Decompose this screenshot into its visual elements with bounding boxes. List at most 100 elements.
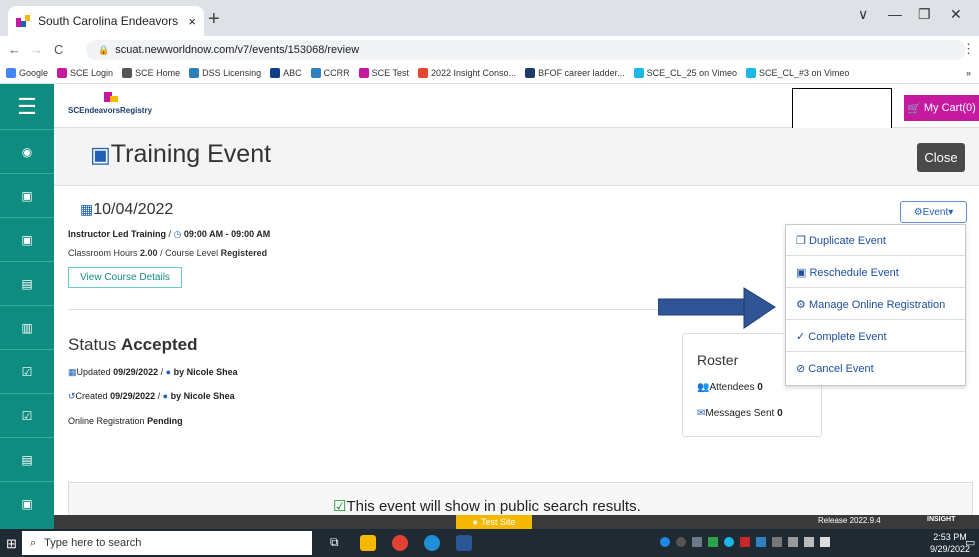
my-cart-button[interactable]: 🛒 My Cart(0) — [904, 95, 979, 121]
bookmark-item[interactable]: SCE_CL_#3 on Vimeo — [746, 67, 850, 78]
page-title: ▣Training Event — [90, 140, 272, 168]
tray-bluetooth-icon[interactable] — [756, 537, 766, 547]
bookmark-favicon-icon — [310, 67, 321, 78]
sidebar-calendar-2-icon[interactable]: ▣ — [0, 218, 54, 262]
bookmark-favicon-icon — [270, 67, 281, 78]
url-bar[interactable]: 🔒 scuat.newworldnow.com/v7/events/153068… — [86, 40, 966, 60]
tray-app-icon[interactable] — [676, 537, 686, 547]
roster-title: Roster — [697, 352, 739, 368]
bookmark-favicon-icon — [418, 67, 428, 78]
reload-icon[interactable]: C — [54, 42, 63, 57]
roster-messages[interactable]: ✉Messages Sent 0 — [697, 408, 783, 419]
notifications-icon[interactable]: ▭ — [965, 536, 975, 549]
sidebar-report-icon[interactable]: ▤ — [0, 438, 54, 482]
menu-duplicate-event[interactable]: ❐ Duplicate Event — [796, 234, 886, 247]
tray-wifi-icon[interactable] — [804, 537, 814, 547]
bookmark-item[interactable]: DSS Licensing — [189, 67, 262, 78]
menu-reschedule-event[interactable]: ▣ Reschedule Event — [796, 266, 899, 279]
bookmark-label: SCE Test — [371, 67, 409, 78]
task-view-icon[interactable]: ⧉ — [330, 535, 346, 551]
word-icon[interactable] — [456, 535, 472, 551]
sidebar-profile-icon[interactable]: ◉ — [0, 130, 54, 174]
tray-battery-icon[interactable] — [788, 537, 798, 547]
tray-volume-icon[interactable] — [820, 537, 830, 547]
bookmark-favicon-icon — [746, 67, 757, 78]
bookmark-item[interactable]: BFOF career ladder... — [525, 67, 625, 78]
sidebar-checklist-icon[interactable]: ☑ — [0, 350, 54, 394]
tray-display-icon[interactable] — [772, 537, 782, 547]
bookmark-item[interactable]: 2022 Insight Conso... — [418, 67, 517, 78]
sidebar-document-icon[interactable]: ▤ — [0, 262, 54, 306]
bookmark-label: CCRR — [323, 67, 350, 78]
caret-down-icon: ▾ — [948, 206, 954, 218]
bookmark-favicon-icon — [57, 67, 68, 78]
menu-complete-event[interactable]: ✓ Complete Event — [796, 330, 887, 343]
tab-title: South Carolina Endeavors Regist — [38, 14, 182, 28]
dot-icon: ● — [472, 517, 478, 527]
menu-divider — [786, 319, 965, 320]
bookmark-item[interactable]: SCE Test — [358, 67, 409, 78]
bookmark-favicon-icon — [6, 67, 16, 78]
tray-sync-icon[interactable] — [724, 537, 734, 547]
status-heading: Status Accepted — [68, 335, 198, 354]
minimize-button[interactable]: — — [888, 6, 902, 22]
tab-close-icon[interactable]: × — [188, 14, 196, 29]
bookmarks-overflow-icon[interactable]: » — [966, 68, 971, 78]
close-button[interactable]: Close — [917, 143, 965, 172]
bookmark-item[interactable]: SCE_CL_25 on Vimeo — [633, 67, 737, 78]
forward-icon[interactable]: → — [30, 42, 43, 57]
chrome-icon[interactable] — [392, 535, 408, 551]
sidebar-check-icon[interactable]: ☑ — [0, 394, 54, 438]
cancel-icon: ⊘ — [796, 363, 806, 375]
bookmark-item[interactable]: Google — [6, 67, 48, 78]
menu-divider — [786, 351, 965, 352]
tray-network-icon[interactable] — [692, 537, 702, 547]
sidebar-calendar-icon[interactable]: ▣ — [0, 174, 54, 218]
cart-icon: 🛒 — [907, 102, 921, 115]
tray-security-icon[interactable] — [708, 537, 718, 547]
copy-icon: ❐ — [796, 235, 806, 247]
bookmark-label: BFOF career ladder... — [538, 67, 625, 78]
browser-tab-strip: South Carolina Endeavors Regist × + ∨ — … — [0, 0, 979, 36]
bookmark-label: SCE Login — [70, 67, 114, 78]
bookmark-label: SCE_CL_#3 on Vimeo — [759, 67, 850, 78]
calendar-reschedule-icon: ▣ — [796, 267, 807, 279]
bookmark-item[interactable]: SCE Login — [57, 67, 114, 78]
back-icon[interactable]: ← — [8, 42, 21, 57]
tray-alert-icon[interactable] — [740, 537, 750, 547]
site-favicon-icon — [16, 15, 30, 27]
hamburger-menu-icon[interactable]: ☰ — [0, 84, 54, 130]
sidebar-events-icon[interactable]: ▣ — [0, 482, 54, 526]
gears-small-icon: ⚙ — [796, 299, 806, 311]
edge-icon[interactable] — [424, 535, 440, 551]
sce-logo[interactable]: SCEndeavorsRegistry — [68, 92, 158, 120]
new-tab-button[interactable]: + — [208, 8, 220, 31]
insight-logo: INSIGHT — [927, 516, 956, 523]
calendar-small-icon: ▦ — [68, 367, 77, 377]
sidebar-file-icon[interactable]: ▥ — [0, 306, 54, 350]
menu-cancel-event[interactable]: ⊘ Cancel Event — [796, 362, 874, 375]
created-line: ↺Created 09/29/2022 / ● by Nicole Shea — [68, 391, 235, 401]
browser-tab[interactable]: South Carolina Endeavors Regist × — [8, 6, 204, 36]
restore-button[interactable]: ❐ — [918, 6, 931, 23]
view-course-details-button[interactable]: View Course Details — [68, 267, 182, 288]
bookmark-item[interactable]: CCRR — [310, 67, 350, 78]
tab-search-icon[interactable]: ∨ — [858, 6, 868, 23]
search-icon: ⌕ — [30, 536, 37, 549]
taskbar-search-input[interactable]: ⌕ Type here to search — [22, 531, 312, 555]
windows-start-icon[interactable]: ⊞ — [6, 536, 17, 552]
onedrive-icon[interactable] — [660, 537, 670, 547]
bookmark-favicon-icon — [633, 67, 644, 78]
gears-icon: ⚙ — [913, 206, 923, 218]
bookmark-item[interactable]: SCE Home — [122, 67, 180, 78]
window-close-button[interactable]: ✕ — [950, 6, 962, 23]
bookmark-label: 2022 Insight Conso... — [431, 67, 517, 78]
event-menu-button[interactable]: ⚙ Event ▾ — [900, 201, 967, 223]
bookmark-item[interactable]: ABC — [270, 67, 302, 78]
bookmark-label: DSS Licensing — [202, 67, 262, 78]
history-icon: ↺ — [68, 391, 76, 401]
bookmark-label: ABC — [283, 67, 302, 78]
roster-attendees[interactable]: 👥Attendees 0 — [697, 382, 763, 393]
menu-manage-online-registration[interactable]: ⚙ Manage Online Registration — [796, 298, 945, 311]
file-explorer-icon[interactable] — [360, 535, 376, 551]
